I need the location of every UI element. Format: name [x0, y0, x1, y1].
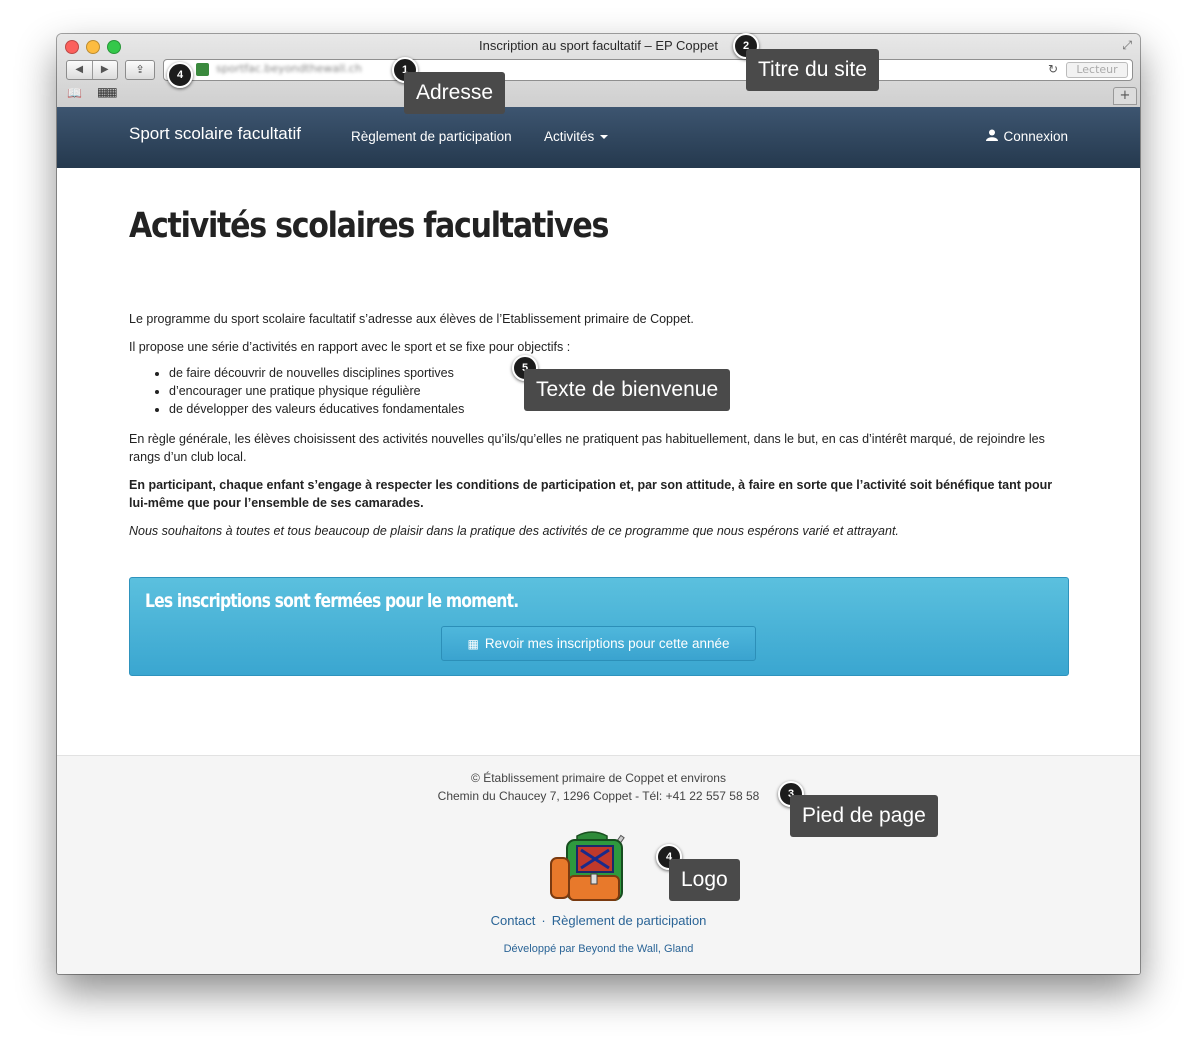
nav-activities-dropdown[interactable]: Activités: [544, 129, 609, 144]
list-item: de faire découvrir de nouvelles discipli…: [169, 364, 464, 382]
back-button[interactable]: ◀: [67, 61, 93, 79]
nav-rules-link[interactable]: Règlement de participation: [351, 129, 512, 144]
footer-copyright: © Établissement primaire de Coppet et en…: [471, 771, 726, 785]
footer-contact-link[interactable]: Contact: [491, 913, 536, 928]
top-sites-icon[interactable]: ▦▦: [97, 85, 118, 99]
review-registrations-label: Revoir mes inscriptions pour cette année: [484, 636, 730, 651]
favicon-icon: [196, 63, 209, 76]
calendar-icon: ▦: [467, 637, 479, 651]
wishes-paragraph: Nous souhaitons à toutes et tous beaucou…: [129, 524, 899, 538]
footer-rules-link[interactable]: Règlement de participation: [552, 913, 707, 928]
general-rule-paragraph: En règle générale, les élèves choisissen…: [129, 432, 1045, 464]
annotation-footer: Pied de page: [790, 795, 938, 837]
review-registrations-button[interactable]: ▦ Revoir mes inscriptions pour cette anné…: [441, 626, 756, 661]
commitment-paragraph: En participant, chaque enfant s’engage à…: [129, 478, 1053, 510]
reader-button[interactable]: Lecteur: [1066, 62, 1128, 78]
schoolbag-logo: [550, 831, 625, 901]
browser-toolbar: Inscription au sport facultatif – EP Cop…: [57, 34, 1140, 108]
list-item: d’encourager une pratique physique régul…: [169, 382, 464, 400]
history-buttons: ◀ ▶: [66, 60, 118, 80]
fullscreen-icon[interactable]: ⤢: [1122, 38, 1132, 53]
reload-icon[interactable]: ↻: [1048, 62, 1058, 76]
forward-button[interactable]: ▶: [93, 61, 118, 79]
annotation-badge-4-favicon: 4: [167, 62, 193, 88]
list-item: de développer des valeurs éducatives fon…: [169, 400, 464, 418]
login-link[interactable]: Connexion: [986, 129, 1068, 144]
page-footer: © Établissement primaire de Coppet et en…: [57, 755, 1140, 974]
registration-alert: Les inscriptions sont fermées pour le mo…: [129, 577, 1069, 676]
url-text: sportfac.beyondthewall.ch: [216, 62, 362, 75]
alert-title: Les inscriptions sont fermées pour le mo…: [145, 590, 519, 612]
window-title: Inscription au sport facultatif – EP Cop…: [479, 38, 718, 53]
site-navbar: Sport scolaire facultatif Règlement de p…: [57, 107, 1140, 168]
share-button[interactable]: ⇪: [125, 60, 155, 80]
intro-paragraph: Le programme du sport scolaire facultati…: [129, 312, 694, 326]
nav-activities-label: Activités: [544, 129, 595, 144]
objectives-list: de faire découvrir de nouvelles discipli…: [129, 364, 464, 418]
footer-links: Contact · Règlement de participation: [57, 913, 1140, 928]
caret-down-icon: [600, 135, 609, 140]
footer-address: Chemin du Chaucey 7, 1296 Coppet - Tél: …: [437, 789, 760, 803]
annotation-logo: Logo: [669, 859, 740, 901]
developer-credit-link[interactable]: Développé par Beyond the Wall, Gland: [57, 943, 1140, 955]
brand-link[interactable]: Sport scolaire facultatif: [129, 124, 301, 144]
objectives-paragraph: Il propose une série d’activités en rapp…: [129, 340, 571, 354]
browser-window: Inscription au sport facultatif – EP Cop…: [57, 34, 1140, 974]
footer-separator: ·: [541, 913, 546, 928]
annotation-welcome-text: Texte de bienvenue: [524, 369, 731, 411]
new-tab-button[interactable]: +: [1113, 87, 1137, 105]
page-title: Activités scolaires facultatives: [129, 206, 609, 246]
user-icon: [986, 129, 999, 144]
address-bar[interactable]: sportfac.beyondthewall.ch ↻ Lecteur: [163, 59, 1133, 81]
annotation-site-title: Titre du site: [746, 49, 879, 91]
bookmarks-icon[interactable]: 📖: [67, 86, 82, 100]
annotation-address: Adresse: [404, 72, 506, 114]
login-label: Connexion: [1003, 129, 1068, 144]
